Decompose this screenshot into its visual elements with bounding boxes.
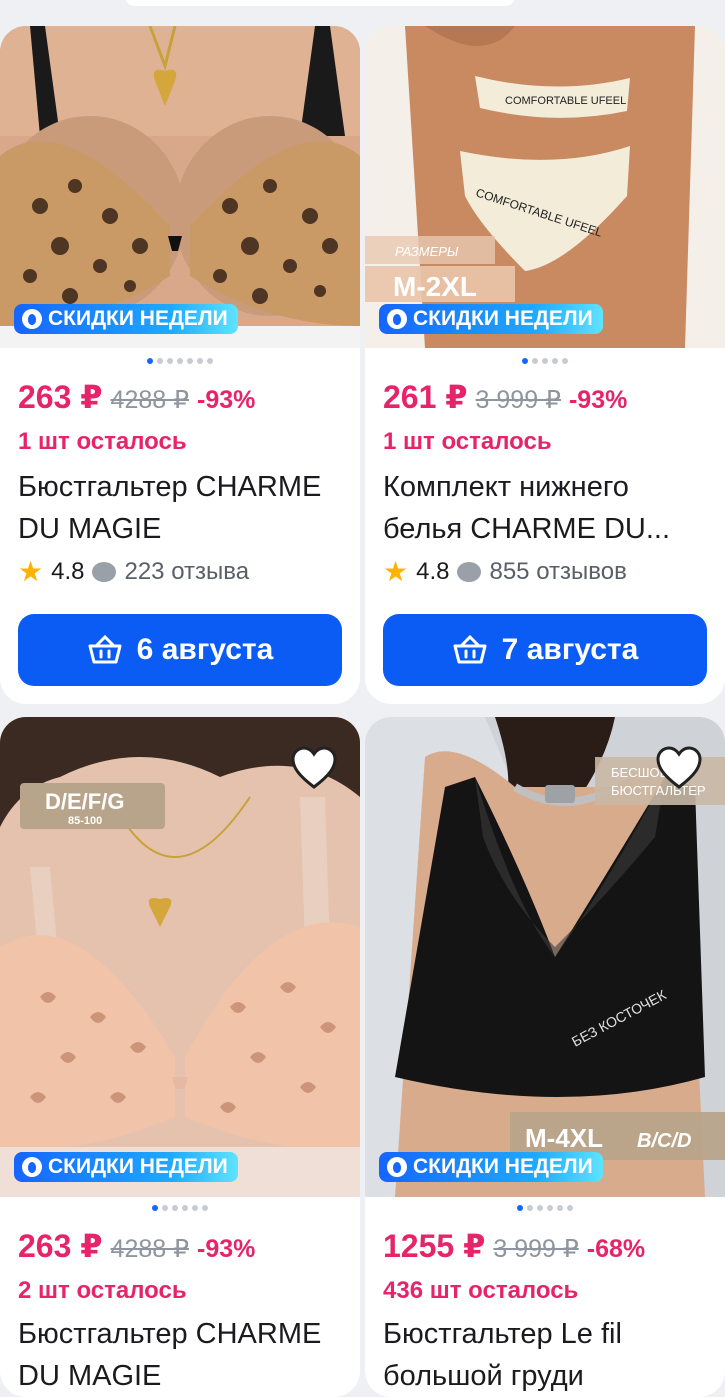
weekly-sale-badge: СКИДКИ НЕДЕЛИ [379, 304, 603, 334]
discount-badge: -68% [586, 1235, 646, 1263]
size-caption: РАЗМЕРЫ [395, 244, 459, 259]
stock-left: 1 шт осталось [18, 428, 187, 455]
current-price: 263 ₽ [18, 1228, 103, 1264]
current-price: 1255 ₽ [383, 1228, 486, 1264]
delivery-cart-button[interactable]: 7 августа [383, 614, 707, 686]
photo-pager[interactable] [365, 1205, 725, 1211]
product-card[interactable]: COMFORTABLE UFEEL COMFORTABLE UFEEL РАЗМ… [365, 26, 725, 704]
photo-pager[interactable] [0, 358, 360, 364]
rating-value: 4.8 [416, 558, 450, 585]
promo-label: СКИДКИ НЕДЕЛИ [413, 307, 593, 330]
basket-icon [88, 635, 122, 664]
band-sizes: 85-100 [68, 815, 102, 827]
discount-badge: -93% [197, 1235, 256, 1263]
review-count: 223 отзыва [124, 558, 250, 585]
weekly-sale-badge: СКИДКИ НЕДЕЛИ [14, 304, 238, 334]
star-icon: ★ [18, 556, 44, 587]
flame-icon [22, 1157, 42, 1177]
product-card[interactable]: СКИДКИ НЕДЕЛИ 263 ₽ 4288 ₽ -93% 1 шт ост… [0, 26, 360, 704]
band-top-text: COMFORTABLE UFEEL [505, 95, 626, 107]
star-icon: ★ [383, 556, 409, 587]
stock-left: 2 шт осталось [18, 1277, 187, 1304]
product-title[interactable]: Бюстгальтер CHARME DU MAGIE [18, 466, 348, 550]
favorite-heart-icon[interactable] [290, 745, 338, 791]
product-card[interactable]: D/E/F/G 85-100 СКИДКИ НЕДЕЛИ 263 ₽ 4288 … [0, 717, 360, 1397]
rating-row[interactable]: ★ 4.8 223 отзыва [18, 558, 249, 586]
review-count: 855 отзывов [489, 558, 627, 585]
discount-badge: -93% [568, 386, 628, 414]
product-title[interactable]: Комплект нижнего белья CHARME DU... [383, 466, 713, 550]
price-row: 1255 ₽ 3 999 ₽ -68% [383, 1227, 645, 1265]
weekly-sale-badge: СКИДКИ НЕДЕЛИ [379, 1152, 603, 1182]
old-price: 3 999 ₽ [493, 1235, 579, 1263]
stock-left: 436 шт осталось [383, 1277, 579, 1304]
photo-pager[interactable] [365, 358, 725, 364]
delivery-date: 7 августа [501, 633, 639, 666]
flame-icon [387, 1157, 407, 1177]
comment-icon [92, 562, 117, 582]
basket-icon [453, 635, 487, 664]
product-title[interactable]: Бюстгальтер Le fil большой груди [383, 1313, 713, 1397]
discount-badge: -93% [197, 386, 256, 414]
rating-value: 4.8 [51, 558, 85, 585]
price-row: 263 ₽ 4288 ₽ -93% [18, 1227, 255, 1265]
promo-label: СКИДКИ НЕДЕЛИ [48, 1155, 228, 1178]
delivery-date: 6 августа [136, 633, 274, 666]
product-photo[interactable] [0, 26, 360, 348]
product-photo[interactable]: COMFORTABLE UFEEL COMFORTABLE UFEEL РАЗМ… [365, 26, 725, 348]
cup-sizes: B/C/D [637, 1130, 691, 1152]
old-price: 3 999 ₽ [475, 386, 561, 414]
product-title[interactable]: Бюстгальтер CHARME DU MAGIE [18, 1313, 348, 1397]
stock-left: 1 шт осталось [383, 428, 552, 455]
promo-label: СКИДКИ НЕДЕЛИ [48, 307, 228, 330]
flame-icon [387, 309, 407, 329]
search-bar-edge[interactable] [125, 0, 515, 6]
price-row: 263 ₽ 4288 ₽ -93% [18, 378, 255, 416]
flame-icon [22, 309, 42, 329]
photo-pager[interactable] [0, 1205, 360, 1211]
price-row: 261 ₽ 3 999 ₽ -93% [383, 378, 627, 416]
size-range: M-2XL [393, 271, 477, 302]
size-range: M-4XL [525, 1123, 603, 1153]
comment-icon [457, 562, 482, 582]
product-card[interactable]: БЕЗ КОСТОЧЕК БЕСШОВ БЮСТГАЛЬТЕР M-4XL B/… [365, 717, 725, 1397]
delivery-cart-button[interactable]: 6 августа [18, 614, 342, 686]
old-price: 4288 ₽ [110, 1235, 190, 1263]
promo-label: СКИДКИ НЕДЕЛИ [413, 1155, 593, 1178]
favorite-heart-icon[interactable] [655, 745, 703, 791]
cup-sizes: D/E/F/G [45, 789, 124, 814]
rating-row[interactable]: ★ 4.8 855 отзывов [383, 558, 627, 586]
old-price: 4288 ₽ [110, 386, 190, 414]
current-price: 263 ₽ [18, 379, 103, 415]
current-price: 261 ₽ [383, 379, 468, 415]
weekly-sale-badge: СКИДКИ НЕДЕЛИ [14, 1152, 238, 1182]
